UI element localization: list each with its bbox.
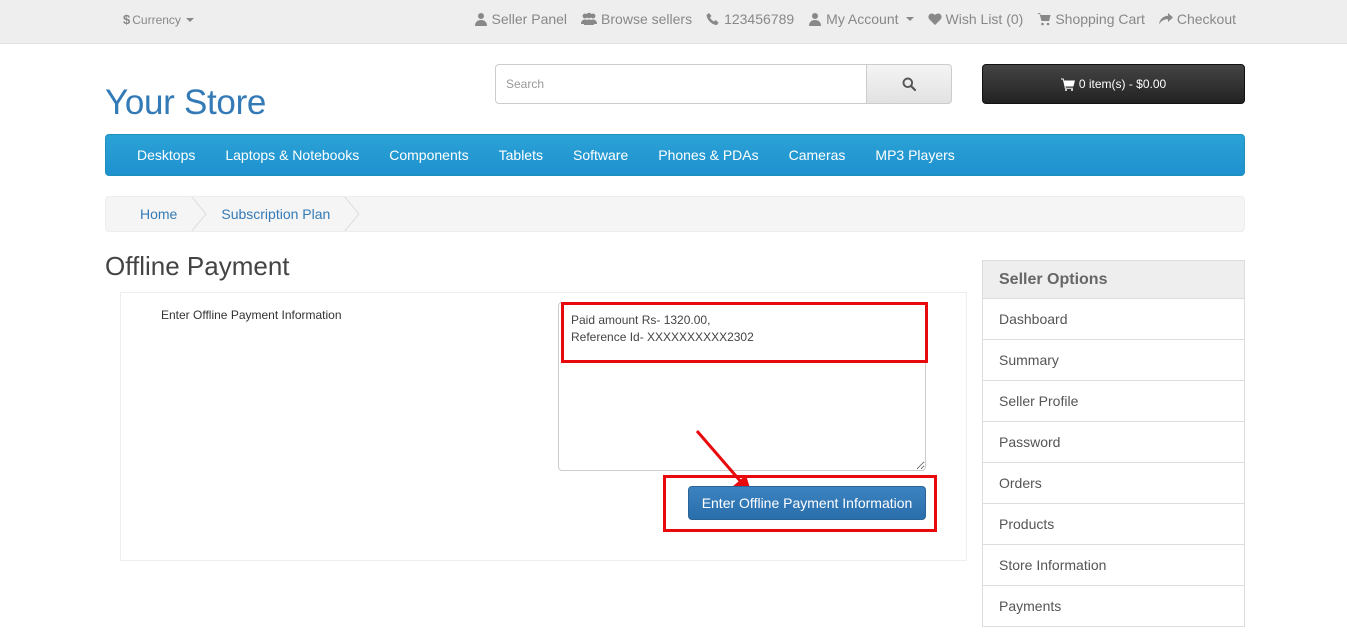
phone-label: 123456789 bbox=[724, 11, 795, 27]
checkout-link[interactable]: Checkout bbox=[1158, 11, 1236, 27]
nav-item-laptops[interactable]: Laptops & Notebooks bbox=[210, 147, 374, 163]
search-input[interactable] bbox=[495, 64, 868, 104]
search-button[interactable] bbox=[867, 64, 952, 104]
sidebar-item-payments[interactable]: Payments bbox=[982, 586, 1245, 627]
share-icon bbox=[1158, 13, 1173, 25]
wish-list-label: Wish List (0) bbox=[945, 11, 1024, 27]
nav-item-desktops[interactable]: Desktops bbox=[122, 147, 210, 163]
nav-item-cameras[interactable]: Cameras bbox=[774, 147, 861, 163]
button-highlight bbox=[663, 475, 937, 532]
cart-icon bbox=[1060, 78, 1075, 91]
store-logo[interactable]: Your Store bbox=[105, 83, 266, 123]
checkout-label: Checkout bbox=[1176, 11, 1236, 27]
chevron-down-icon bbox=[905, 17, 914, 21]
nav-item-components[interactable]: Components bbox=[374, 147, 483, 163]
currency-symbol: $ bbox=[123, 12, 131, 27]
phone-icon bbox=[706, 13, 719, 25]
sidebar-item-summary[interactable]: Summary bbox=[982, 340, 1245, 381]
breadcrumb-separator bbox=[191, 197, 208, 231]
nav-item-tablets[interactable]: Tablets bbox=[484, 147, 558, 163]
nav-item-software[interactable]: Software bbox=[558, 147, 643, 163]
sidebar-item-password[interactable]: Password bbox=[982, 422, 1245, 463]
seller-options-sidebar: Seller Options Dashboard Summary Seller … bbox=[982, 260, 1245, 627]
page-title: Offline Payment bbox=[105, 251, 290, 281]
cart-button[interactable]: 0 item(s) - $0.00 bbox=[982, 64, 1245, 104]
breadcrumb-separator bbox=[344, 197, 360, 231]
breadcrumb: Home Subscription Plan bbox=[105, 196, 1245, 232]
wish-list-link[interactable]: Wish List (0) bbox=[928, 11, 1024, 27]
my-account-label: My Account bbox=[826, 11, 899, 27]
breadcrumb-home[interactable]: Home bbox=[106, 206, 191, 222]
cart-icon bbox=[1037, 13, 1051, 26]
seller-panel-label: Seller Panel bbox=[491, 11, 568, 27]
top-links: Seller Panel Browse sellers 123456789 My… bbox=[474, 11, 1236, 27]
main-nav: Desktops Laptops & Notebooks Components … bbox=[105, 134, 1245, 176]
user-icon bbox=[809, 13, 822, 26]
shopping-cart-link[interactable]: Shopping Cart bbox=[1037, 11, 1145, 27]
cart-summary: 0 item(s) - $0.00 bbox=[1078, 77, 1167, 91]
my-account-link[interactable]: My Account bbox=[808, 11, 914, 27]
sidebar-item-orders[interactable]: Orders bbox=[982, 463, 1245, 504]
sidebar-title: Seller Options bbox=[982, 260, 1245, 299]
sidebar-item-products[interactable]: Products bbox=[982, 504, 1245, 545]
textarea-highlight bbox=[561, 302, 928, 363]
browse-sellers-label: Browse sellers bbox=[601, 11, 693, 27]
sidebar-item-seller-profile[interactable]: Seller Profile bbox=[982, 381, 1245, 422]
heart-icon bbox=[928, 13, 942, 25]
browse-sellers-link[interactable]: Browse sellers bbox=[581, 11, 692, 27]
chevron-down-icon bbox=[185, 17, 194, 22]
user-icon bbox=[474, 13, 487, 26]
search-bar bbox=[495, 64, 952, 104]
currency-label: Currency bbox=[132, 12, 181, 27]
currency-dropdown[interactable]: $ Currency bbox=[123, 12, 194, 27]
payment-info-label: Enter Offline Payment Information bbox=[161, 308, 342, 322]
users-icon bbox=[581, 12, 598, 25]
top-bar: $ Currency Seller Panel Browse sellers 1… bbox=[0, 0, 1347, 44]
sidebar-item-dashboard[interactable]: Dashboard bbox=[982, 299, 1245, 340]
seller-panel-link[interactable]: Seller Panel bbox=[474, 11, 568, 27]
nav-item-mp3[interactable]: MP3 Players bbox=[860, 147, 969, 163]
nav-item-phones[interactable]: Phones & PDAs bbox=[643, 147, 773, 163]
search-icon bbox=[902, 77, 917, 91]
sidebar-item-store-information[interactable]: Store Information bbox=[982, 545, 1245, 586]
breadcrumb-subscription-plan[interactable]: Subscription Plan bbox=[207, 206, 344, 222]
shopping-cart-label: Shopping Cart bbox=[1055, 11, 1145, 27]
phone-link[interactable]: 123456789 bbox=[706, 11, 794, 27]
